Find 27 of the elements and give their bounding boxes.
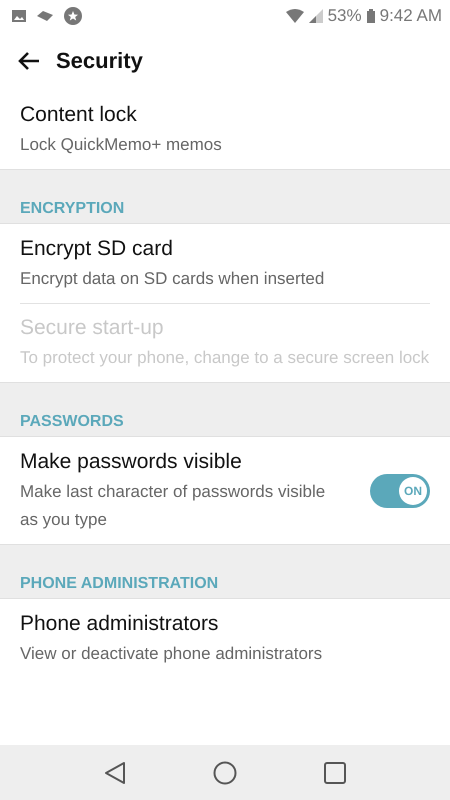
section-heading: PASSWORDS <box>20 413 124 430</box>
item-subtitle: Make last character of passwords visible as you type <box>20 481 326 531</box>
item-subtitle: Lock QuickMemo+ memos <box>20 134 223 156</box>
home-icon[interactable] <box>212 760 237 784</box>
recents-icon[interactable] <box>324 762 346 784</box>
back-arrow-icon[interactable] <box>18 51 40 71</box>
section-heading: PHONE ADMINISTRATION <box>20 575 218 592</box>
battery-icon <box>366 9 375 23</box>
image-icon <box>12 10 26 22</box>
back-icon[interactable] <box>104 760 126 784</box>
clock-time: 9:42 AM <box>380 6 442 26</box>
wifi-icon <box>286 9 304 23</box>
item-subtitle: Encrypt data on SD cards when inserted <box>20 268 326 290</box>
settings-item[interactable]: Content lock Lock QuickMemo+ memos <box>0 90 450 169</box>
toggle-knob: ON <box>399 477 427 505</box>
item-subtitle: View or deactivate phone administrators <box>20 643 324 665</box>
item-title: Content lock <box>20 102 138 128</box>
item-title: Encrypt SD card <box>20 236 174 262</box>
battery-percentage: 53% <box>328 6 362 26</box>
settings-item[interactable]: Phone administrators View or deactivate phone administrators <box>0 599 450 678</box>
screen-title: Security <box>56 48 143 74</box>
section-heading: ENCRYPTION <box>20 200 124 217</box>
item-title: Make passwords visible <box>20 449 243 475</box>
signal-icon <box>308 9 323 23</box>
item-title: Phone administrators <box>20 611 220 637</box>
settings-item[interactable]: Encrypt SD card Encrypt data on SD cards when inserted <box>0 224 450 303</box>
settings-item[interactable]: Make passwords visible Make last character of passwords visible as you type ON <box>0 437 450 544</box>
